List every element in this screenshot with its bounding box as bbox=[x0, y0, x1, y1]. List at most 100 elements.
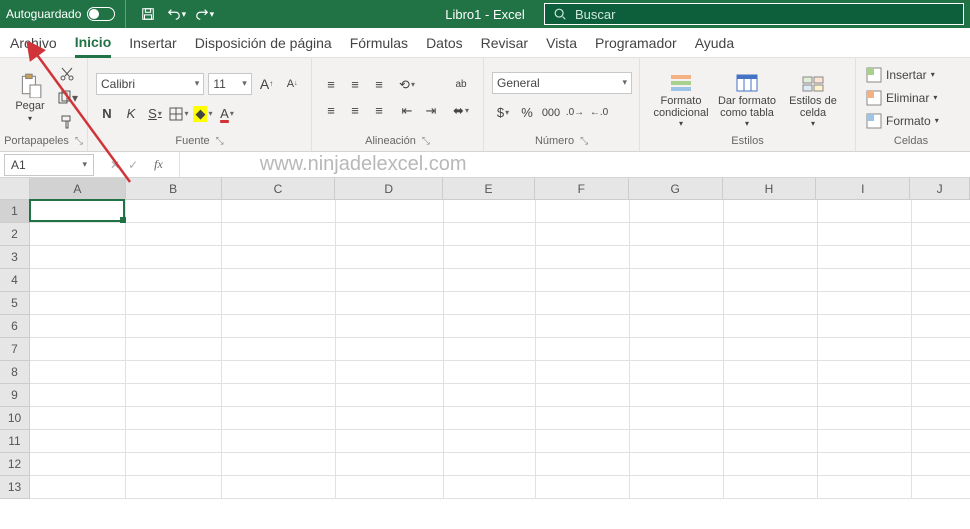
cell[interactable] bbox=[724, 453, 818, 476]
cell[interactable] bbox=[536, 361, 630, 384]
cell[interactable] bbox=[30, 338, 126, 361]
cell[interactable] bbox=[630, 384, 724, 407]
cell[interactable] bbox=[630, 292, 724, 315]
tab-programador[interactable]: Programador bbox=[595, 28, 677, 57]
cell[interactable] bbox=[126, 338, 222, 361]
cell[interactable] bbox=[444, 407, 536, 430]
merge-cells-icon[interactable]: ⬌▾ bbox=[448, 100, 474, 122]
cell[interactable] bbox=[126, 453, 222, 476]
font-dialog-launcher[interactable]: ⤡ bbox=[216, 136, 224, 147]
orientation-icon[interactable]: ⟲▾ bbox=[396, 74, 418, 96]
column-header[interactable]: C bbox=[222, 178, 336, 200]
font-size-combo[interactable]: 11▾ bbox=[208, 73, 251, 95]
undo-button[interactable]: ▾ bbox=[164, 4, 188, 24]
tab-inicio[interactable]: Inicio bbox=[75, 29, 112, 58]
align-top-icon[interactable]: ≡ bbox=[320, 74, 342, 96]
cell[interactable] bbox=[630, 200, 724, 223]
column-header[interactable]: H bbox=[723, 178, 817, 200]
cell[interactable] bbox=[336, 430, 444, 453]
cell[interactable] bbox=[912, 361, 970, 384]
cell[interactable] bbox=[444, 200, 536, 223]
cancel-formula-icon[interactable]: ✕ bbox=[110, 158, 120, 172]
name-box[interactable]: A1▾ bbox=[4, 154, 94, 176]
cell[interactable] bbox=[724, 269, 818, 292]
column-header[interactable]: B bbox=[126, 178, 222, 200]
align-bottom-icon[interactable]: ≡ bbox=[368, 74, 390, 96]
cell[interactable] bbox=[912, 338, 970, 361]
spreadsheet-grid[interactable]: ABCDEFGHIJ 12345678910111213 bbox=[0, 178, 970, 499]
tab-formulas[interactable]: Fórmulas bbox=[350, 28, 408, 57]
cell[interactable] bbox=[444, 292, 536, 315]
underline-button[interactable]: S▾ bbox=[144, 103, 166, 125]
column-header[interactable]: D bbox=[335, 178, 443, 200]
cell[interactable] bbox=[724, 315, 818, 338]
cell[interactable] bbox=[912, 430, 970, 453]
column-header[interactable]: I bbox=[816, 178, 910, 200]
fx-icon[interactable]: fx bbox=[146, 157, 171, 172]
cell[interactable] bbox=[630, 453, 724, 476]
comma-format-icon[interactable]: 000 bbox=[540, 102, 562, 124]
cell[interactable] bbox=[126, 384, 222, 407]
cell[interactable] bbox=[30, 315, 126, 338]
cell[interactable] bbox=[336, 315, 444, 338]
cell[interactable] bbox=[536, 476, 630, 499]
cell[interactable] bbox=[336, 246, 444, 269]
cell[interactable] bbox=[30, 430, 126, 453]
cell[interactable] bbox=[336, 223, 444, 246]
cell[interactable] bbox=[724, 384, 818, 407]
cell[interactable] bbox=[912, 384, 970, 407]
bold-button[interactable]: N bbox=[96, 103, 118, 125]
cell[interactable] bbox=[724, 361, 818, 384]
cell[interactable] bbox=[126, 407, 222, 430]
align-left-icon[interactable]: ≡ bbox=[320, 100, 342, 122]
cell[interactable] bbox=[724, 200, 818, 223]
tab-revisar[interactable]: Revisar bbox=[481, 28, 528, 57]
cell[interactable] bbox=[444, 453, 536, 476]
cell[interactable] bbox=[30, 292, 126, 315]
row-header[interactable]: 12 bbox=[0, 453, 30, 476]
enter-formula-icon[interactable]: ✓ bbox=[128, 158, 138, 172]
font-color-button[interactable]: A▾ bbox=[216, 103, 238, 125]
cell[interactable] bbox=[630, 246, 724, 269]
cell[interactable] bbox=[30, 361, 126, 384]
cut-icon[interactable] bbox=[56, 63, 78, 85]
row-header[interactable]: 7 bbox=[0, 338, 30, 361]
accounting-format-icon[interactable]: $▾ bbox=[492, 102, 514, 124]
number-dialog-launcher[interactable]: ⤡ bbox=[580, 136, 588, 147]
cell[interactable] bbox=[536, 384, 630, 407]
column-header[interactable]: E bbox=[443, 178, 535, 200]
row-header[interactable]: 13 bbox=[0, 476, 30, 499]
row-header[interactable]: 9 bbox=[0, 384, 30, 407]
format-cells-button[interactable]: Formato▾ bbox=[864, 110, 958, 132]
percent-format-icon[interactable]: % bbox=[516, 102, 538, 124]
column-header[interactable]: A bbox=[30, 178, 126, 200]
cell[interactable] bbox=[818, 384, 912, 407]
row-header[interactable]: 8 bbox=[0, 361, 30, 384]
number-format-combo[interactable]: General▾ bbox=[492, 72, 632, 94]
cell[interactable] bbox=[336, 200, 444, 223]
cell[interactable] bbox=[336, 338, 444, 361]
search-input[interactable] bbox=[575, 7, 955, 22]
select-all-corner[interactable] bbox=[0, 178, 30, 200]
row-header[interactable]: 3 bbox=[0, 246, 30, 269]
cell[interactable] bbox=[30, 200, 126, 223]
cell[interactable] bbox=[724, 338, 818, 361]
cell[interactable] bbox=[126, 430, 222, 453]
cell[interactable] bbox=[30, 407, 126, 430]
column-header[interactable]: F bbox=[535, 178, 629, 200]
wrap-text-icon[interactable]: ab bbox=[448, 74, 474, 96]
row-header[interactable]: 5 bbox=[0, 292, 30, 315]
cell[interactable] bbox=[912, 246, 970, 269]
italic-button[interactable]: K bbox=[120, 103, 142, 125]
cell[interactable] bbox=[222, 384, 336, 407]
cell-styles-button[interactable]: Estilos de celda▾ bbox=[780, 67, 846, 128]
search-box[interactable] bbox=[544, 3, 964, 25]
decrease-font-icon[interactable]: A↓ bbox=[281, 73, 303, 95]
cell[interactable] bbox=[536, 269, 630, 292]
cell[interactable] bbox=[724, 430, 818, 453]
cell[interactable] bbox=[30, 476, 126, 499]
cell[interactable] bbox=[222, 246, 336, 269]
cell[interactable] bbox=[222, 407, 336, 430]
cell[interactable] bbox=[222, 269, 336, 292]
cell[interactable] bbox=[818, 200, 912, 223]
